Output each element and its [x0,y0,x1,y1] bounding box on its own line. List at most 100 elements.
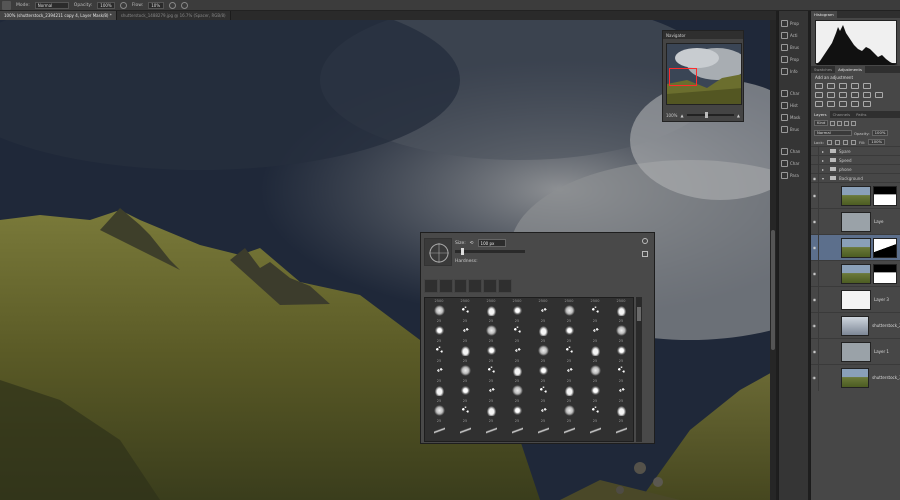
brush-preset[interactable]: 2500 [609,299,633,320]
brush-preset[interactable]: 25 [609,359,633,380]
layer-row[interactable]: ◉ [811,234,900,261]
blend-mode-select[interactable]: Normal [814,130,852,136]
panel-button-brush[interactable]: Brus [781,42,808,53]
brush-preset[interactable]: 25 [505,339,529,360]
layer-row[interactable]: ◉ Laye [811,208,900,235]
brush-preset[interactable]: 25 [609,379,633,400]
lock-transparent-icon[interactable] [826,139,832,145]
brush-preset[interactable]: 25 [583,319,607,340]
brush-preset[interactable]: 25 [427,359,451,380]
panel-button-channels[interactable]: Chan [781,146,808,157]
fill-field[interactable]: 100% [868,139,886,145]
brush-preset[interactable]: 25 [505,379,529,400]
tab-layers[interactable]: Layers [811,111,830,118]
layer-group-row[interactable]: ▸ Spare [811,146,900,156]
brush-preset[interactable]: 25 [557,319,581,340]
posterize-icon[interactable] [827,101,835,107]
panel-button-mask[interactable]: Mask [781,112,808,123]
layer-mask-thumbnail[interactable] [873,237,897,258]
panel-button-brush-presets[interactable]: Brus [781,124,808,135]
brush-preset[interactable]: 2500 [557,299,581,320]
brush-preset[interactable]: 25 [583,359,607,380]
layer-thumbnail[interactable] [841,341,871,362]
brush-preset[interactable]: 25 [479,379,503,400]
brush-preset[interactable]: 25 [557,359,581,380]
tab-swatches[interactable]: Swatches [811,66,835,73]
panel-button-preset[interactable]: Prop [781,54,808,65]
expand-arrow-icon[interactable]: ▾ [822,176,824,181]
brush-preset[interactable]: 25 [531,319,555,340]
panel-button-paragraph[interactable]: Para [781,170,808,181]
brush-preset[interactable]: 25 [531,399,555,420]
canvas-scrollbar[interactable] [770,20,776,500]
new-preset-icon[interactable] [642,251,648,257]
threshold-icon[interactable] [839,101,847,107]
expand-arrow-icon[interactable]: ▸ [822,149,824,154]
brush-preset[interactable]: 25 [583,419,607,440]
brush-preset[interactable]: 25 [427,419,451,440]
layer-row[interactable]: ◉ shutterstock_2 [811,312,900,339]
layer-opacity-field[interactable]: 100% [871,130,889,136]
visibility-eye-icon[interactable]: ◉ [811,286,819,313]
brush-preset[interactable]: 25 [453,319,477,340]
brush-preset[interactable]: 25 [427,339,451,360]
navigator-zoom-slider[interactable] [686,112,734,118]
expand-arrow-icon[interactable]: ▸ [822,167,824,172]
opacity-field[interactable]: 100% [97,1,115,9]
brush-preset[interactable]: 2500 [505,299,529,320]
brush-preset[interactable]: 25 [609,399,633,420]
panel-button-info[interactable]: Info [781,66,808,77]
brush-preset[interactable]: 25 [531,419,555,440]
airbrush-icon[interactable] [169,1,177,9]
brush-preset[interactable]: 25 [505,319,529,340]
brush-preset[interactable]: 25 [531,359,555,380]
zoom-in-icon[interactable]: ▲ [737,113,740,118]
vibrance-icon[interactable] [863,83,871,89]
canvas-scrollbar-thumb[interactable] [771,230,775,350]
navigator-zoom-knob[interactable] [705,112,709,118]
brush-preset[interactable]: 25 [583,399,607,420]
layer-thumbnail[interactable] [840,367,870,388]
recent-brush[interactable] [498,279,512,293]
recent-brush[interactable] [438,279,453,293]
channel-mixer-icon[interactable] [863,92,871,98]
brush-preset[interactable]: 25 [479,339,503,360]
brush-preset[interactable]: 25 [609,419,633,440]
document-canvas[interactable] [0,20,776,500]
visibility-eye-icon[interactable]: ◉ [811,312,819,339]
zoom-out-icon[interactable]: ▲ [680,113,683,118]
recent-brush[interactable] [468,279,483,293]
layer-group-row[interactable]: ◉ ▾ Background [811,173,900,183]
brush-preset[interactable]: 25 [583,339,607,360]
brush-preset[interactable]: 25 [427,399,451,420]
brush-preset[interactable]: 25 [557,379,581,400]
brush-preset[interactable]: 25 [609,319,633,340]
panel-button-history[interactable]: Hist [781,100,808,111]
size-field[interactable]: 100 px [477,239,506,247]
color-balance-icon[interactable] [827,92,835,98]
curves-icon[interactable] [839,83,847,89]
brush-preset[interactable]: 2500 [427,299,451,320]
visibility-eye-icon[interactable]: ◉ [811,234,819,261]
brush-preset[interactable]: 25 [505,399,529,420]
brush-preset[interactable]: 25 [453,359,477,380]
brush-preset[interactable]: 25 [505,359,529,380]
layer-row[interactable]: ◉ [811,182,900,209]
layer-row[interactable]: ◉ Layer 1 [811,338,900,365]
recent-brush[interactable] [483,279,498,293]
panel-button-character[interactable]: Char [781,88,808,99]
visibility-eye-icon[interactable]: ◉ [811,208,819,235]
brush-preset[interactable]: 2500 [453,299,477,320]
brush-preset[interactable]: 25 [479,419,503,440]
recent-brush[interactable] [424,279,438,293]
layer-group-row[interactable]: ▸ phone [811,164,900,174]
tab-paths[interactable]: Paths [853,111,869,118]
brush-preset[interactable]: 25 [453,339,477,360]
doc-tab-active[interactable]: 100% (shutterstock_2394211 copy 4, Layer… [0,11,117,20]
photo-filter-icon[interactable] [851,92,859,98]
filter-shape-icon[interactable] [851,120,857,126]
lock-position-icon[interactable] [842,139,848,145]
panel-button-properties[interactable]: Prop [781,18,808,29]
navigator-view-box[interactable] [669,68,697,86]
layer-thumbnail[interactable] [841,185,871,206]
